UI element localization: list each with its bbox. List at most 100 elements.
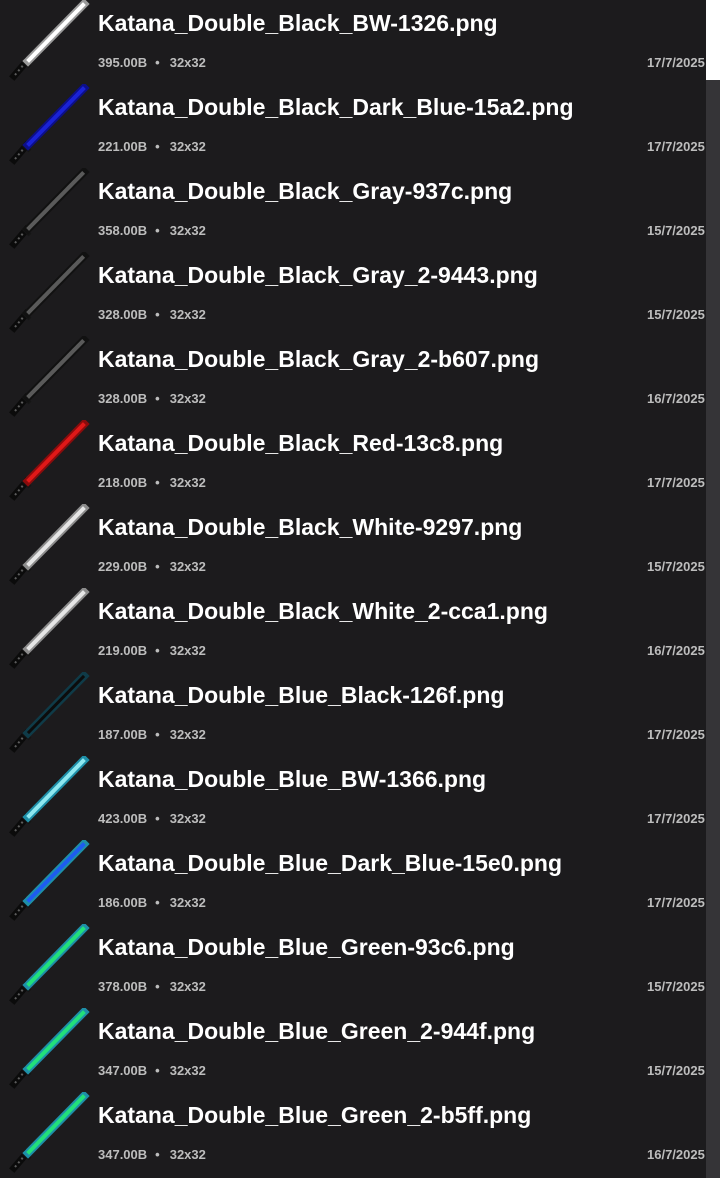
file-meta: 328.00B • 32x32 xyxy=(98,391,206,406)
file-list-item[interactable]: Katana_Double_Black_Red-13c8.png 218.00B •… xyxy=(0,420,706,504)
katana-icon xyxy=(9,1008,90,1089)
katana-icon xyxy=(9,588,90,669)
file-list-item[interactable]: Katana_Double_Black_White_2-cca1.png 219.… xyxy=(0,588,706,672)
file-list-item[interactable]: Katana_Double_Black_Gray_2-b607.png 328.0… xyxy=(0,336,706,420)
image-dimensions: 32x32 xyxy=(169,979,206,994)
katana-blade xyxy=(26,1010,86,1071)
meta-separator: • xyxy=(155,895,160,910)
file-size: 347.00B xyxy=(98,1063,148,1078)
file-name: Katana_Double_Black_BW-1326.png xyxy=(98,10,498,36)
file-list-item[interactable]: Katana_Double_Blue_Green_2-b5ff.png 347.0… xyxy=(0,1092,706,1176)
katana-icon xyxy=(9,420,90,501)
file-size: 186.00B xyxy=(98,895,148,910)
meta-separator: • xyxy=(155,979,160,994)
image-dimensions: 32x32 xyxy=(169,391,206,406)
file-list-item[interactable]: Katana_Double_Blue_Black-126f.png 187.00B… xyxy=(0,672,706,756)
file-name: Katana_Double_Blue_Dark_Blue-15e0.png xyxy=(98,850,562,876)
file-size: 218.00B xyxy=(98,475,148,490)
file-name: Katana_Double_Black_Dark_Blue-15a2.png xyxy=(98,94,574,120)
file-size: 187.00B xyxy=(98,727,148,742)
file-size: 221.00B xyxy=(98,139,148,154)
file-date: 16/7/2025 xyxy=(647,391,705,406)
file-list-item[interactable]: Katana_Double_Black_Dark_Blue-15a2.png 22… xyxy=(0,84,706,168)
image-dimensions: 32x32 xyxy=(169,811,206,826)
file-meta: 347.00B • 32x32 xyxy=(98,1063,206,1078)
file-name: Katana_Double_Black_Gray_2-b607.png xyxy=(98,346,540,372)
file-name: Katana_Double_Black_Red-13c8.png xyxy=(98,430,504,456)
file-date: 16/7/2025 xyxy=(647,643,705,658)
file-date: 15/7/2025 xyxy=(647,979,705,994)
katana-icon xyxy=(9,168,90,249)
file-date: 17/7/2025 xyxy=(647,475,705,490)
meta-separator: • xyxy=(155,811,160,826)
file-date: 15/7/2025 xyxy=(647,559,705,574)
file-thumbnail xyxy=(6,924,90,1008)
katana-blade xyxy=(26,422,86,483)
katana-blade xyxy=(26,590,86,651)
katana-icon xyxy=(9,672,90,753)
file-date: 17/7/2025 xyxy=(647,895,705,910)
file-list-item[interactable]: Katana_Double_Black_Gray_2-9443.png 328.0… xyxy=(0,252,706,336)
file-meta: 221.00B • 32x32 xyxy=(98,139,206,154)
meta-separator: • xyxy=(155,475,160,490)
meta-separator: • xyxy=(155,307,160,322)
file-list-item[interactable]: Katana_Double_Black_White-9297.png 229.00… xyxy=(0,504,706,588)
katana-blade xyxy=(26,758,86,819)
file-size: 347.00B xyxy=(98,1147,148,1162)
file-list-item[interactable]: Katana_Double_Blue_Green-93c6.png 378.00B… xyxy=(0,924,706,1008)
katana-icon xyxy=(9,252,90,333)
katana-blade xyxy=(26,1094,86,1155)
file-meta: 186.00B • 32x32 xyxy=(98,895,206,910)
file-meta: 378.00B • 32x32 xyxy=(98,979,206,994)
file-thumbnail xyxy=(6,0,90,84)
katana-icon xyxy=(9,1092,90,1173)
file-date: 17/7/2025 xyxy=(647,139,705,154)
file-name: Katana_Double_Blue_Green_2-944f.png xyxy=(98,1018,536,1044)
file-name: Katana_Double_Blue_BW-1366.png xyxy=(98,766,487,792)
meta-separator: • xyxy=(155,139,160,154)
file-list-item[interactable]: Katana_Double_Blue_Dark_Blue-15e0.png 186… xyxy=(0,840,706,924)
file-thumbnail xyxy=(6,420,90,504)
meta-separator: • xyxy=(155,727,160,742)
image-dimensions: 32x32 xyxy=(169,727,206,742)
katana-icon xyxy=(9,84,90,165)
file-meta: 187.00B • 32x32 xyxy=(98,727,206,742)
file-meta: 229.00B • 32x32 xyxy=(98,559,206,574)
file-date: 16/7/2025 xyxy=(647,1147,705,1162)
file-date: 17/7/2025 xyxy=(647,811,705,826)
file-meta: 218.00B • 32x32 xyxy=(98,475,206,490)
file-list-item[interactable]: Katana_Double_Black_Gray-937c.png 358.00B… xyxy=(0,168,706,252)
image-dimensions: 32x32 xyxy=(169,55,206,70)
file-date: 15/7/2025 xyxy=(647,1063,705,1078)
meta-separator: • xyxy=(155,391,160,406)
file-date: 17/7/2025 xyxy=(647,727,705,742)
file-thumbnail xyxy=(6,672,90,756)
katana-blade xyxy=(26,842,86,903)
file-thumbnail xyxy=(6,1008,90,1092)
file-thumbnail xyxy=(6,252,90,336)
file-size: 423.00B xyxy=(98,811,148,826)
file-date: 17/7/2025 xyxy=(647,55,705,70)
file-list-item[interactable]: Katana_Double_Blue_BW-1366.png 423.00B • 32… xyxy=(0,756,706,840)
file-date: 15/7/2025 xyxy=(647,307,705,322)
katana-icon xyxy=(9,756,90,837)
scrollbar-thumb[interactable] xyxy=(706,80,720,1178)
file-size: 328.00B xyxy=(98,391,148,406)
katana-blade xyxy=(26,86,86,147)
file-size: 219.00B xyxy=(98,643,148,658)
katana-blade xyxy=(26,506,86,567)
file-thumbnail xyxy=(6,504,90,588)
file-list-item[interactable]: Katana_Double_Black_BW-1326.png 395.00B • 3… xyxy=(0,0,706,84)
image-dimensions: 32x32 xyxy=(169,643,206,658)
katana-blade xyxy=(26,254,86,315)
file-thumbnail xyxy=(6,840,90,924)
file-name: Katana_Double_Black_Gray_2-9443.png xyxy=(98,262,538,288)
file-thumbnail xyxy=(6,756,90,840)
file-meta: 395.00B • 32x32 xyxy=(98,55,206,70)
file-name: Katana_Double_Black_White_2-cca1.png xyxy=(98,598,548,624)
katana-icon xyxy=(9,924,90,1005)
katana-blade xyxy=(26,170,86,231)
file-list-item[interactable]: Katana_Double_Blue_Green_2-944f.png 347.0… xyxy=(0,1008,706,1092)
file-name: Katana_Double_Blue_Green-93c6.png xyxy=(98,934,515,960)
katana-icon xyxy=(9,336,90,417)
